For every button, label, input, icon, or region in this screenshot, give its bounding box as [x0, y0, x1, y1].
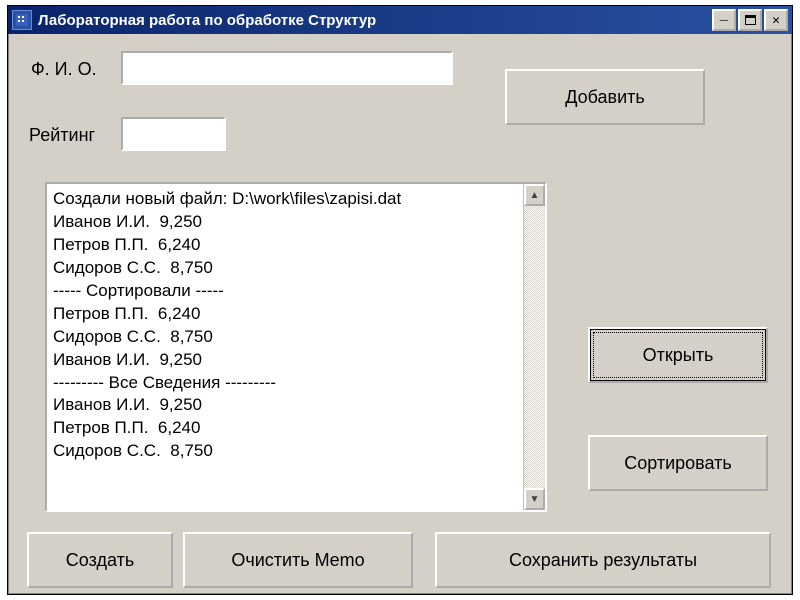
- save-results-button[interactable]: Сохранить результаты: [435, 532, 771, 588]
- close-button[interactable]: [764, 9, 788, 31]
- open-button-label: Открыть: [643, 345, 714, 366]
- fio-input[interactable]: [121, 51, 453, 85]
- open-button[interactable]: Открыть: [588, 327, 768, 383]
- create-button[interactable]: Создать: [27, 532, 173, 588]
- add-button[interactable]: Добавить: [505, 69, 705, 125]
- fio-label: Ф. И. О.: [31, 59, 97, 80]
- scroll-up-button[interactable]: ▲: [524, 184, 545, 206]
- clear-memo-button-label: Очистить Memo: [231, 550, 364, 571]
- memo-box[interactable]: Создали новый файл: D:\work\files\zapisi…: [45, 182, 547, 512]
- app-icon: [12, 10, 32, 30]
- scroll-track[interactable]: [524, 206, 545, 488]
- client-area: Ф. И. О. Рейтинг Добавить Создали новый …: [11, 37, 789, 591]
- memo-scrollbar[interactable]: ▲ ▼: [523, 184, 545, 510]
- create-button-label: Создать: [66, 550, 134, 571]
- rating-label: Рейтинг: [29, 125, 95, 146]
- rating-input[interactable]: [121, 117, 226, 151]
- titlebar: Лабораторная работа по обработке Структу…: [8, 6, 792, 34]
- minimize-button[interactable]: [712, 9, 736, 31]
- add-button-label: Добавить: [565, 87, 645, 108]
- window-title: Лабораторная работа по обработке Структу…: [38, 12, 712, 29]
- scroll-down-button[interactable]: ▼: [524, 488, 545, 510]
- memo-text: Создали новый файл: D:\work\files\zapisi…: [47, 184, 523, 510]
- sort-button-label: Сортировать: [624, 453, 732, 474]
- app-window: Лабораторная работа по обработке Структу…: [7, 5, 793, 595]
- save-results-button-label: Сохранить результаты: [509, 550, 697, 571]
- maximize-button[interactable]: [738, 9, 762, 31]
- sort-button[interactable]: Сортировать: [588, 435, 768, 491]
- clear-memo-button[interactable]: Очистить Memo: [183, 532, 413, 588]
